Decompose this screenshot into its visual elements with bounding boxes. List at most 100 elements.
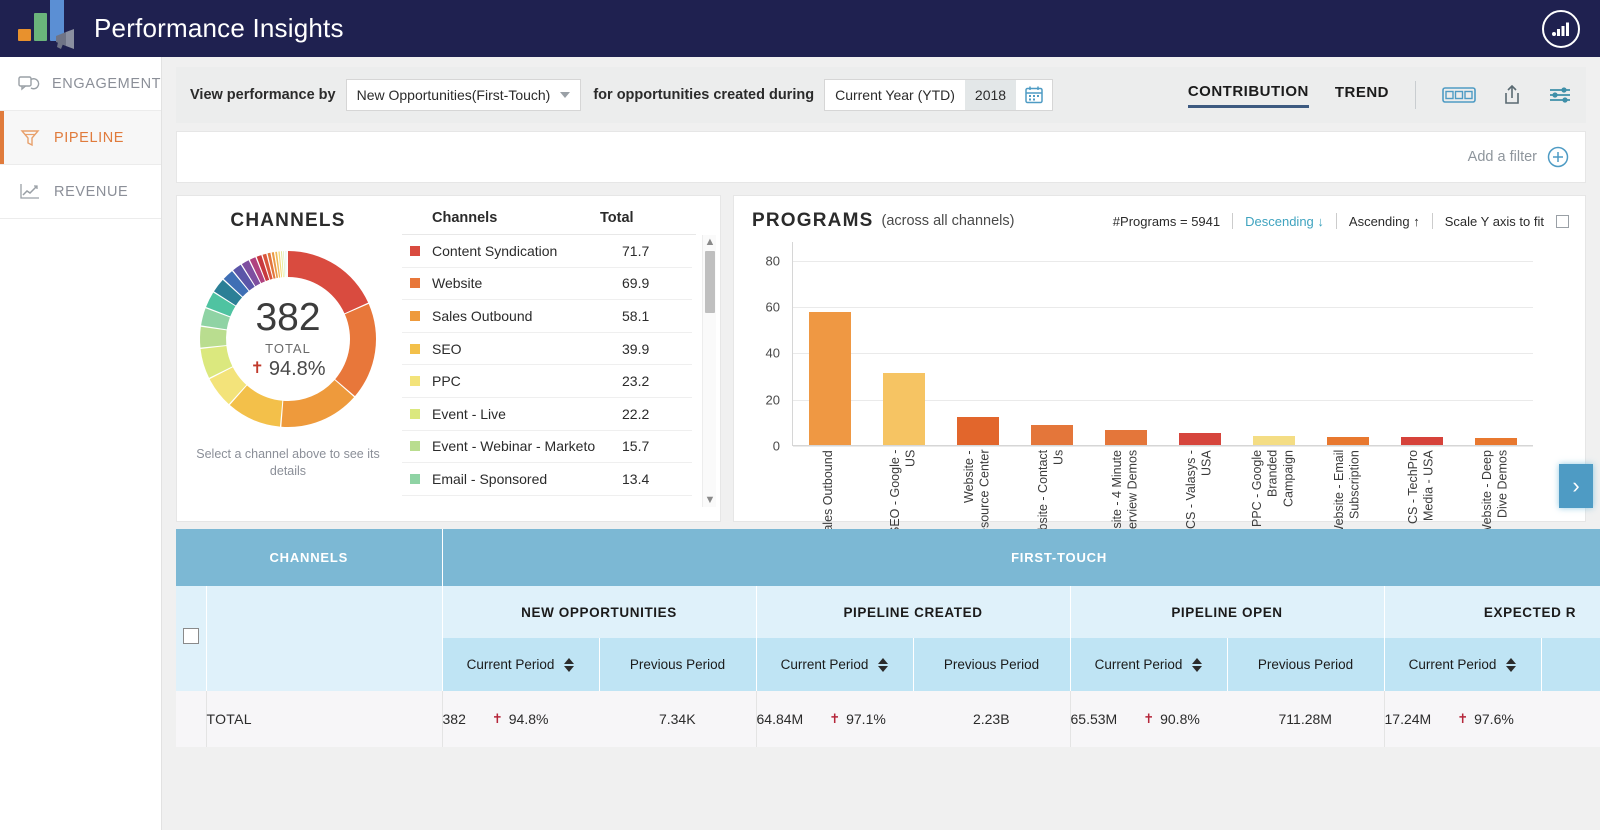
subheader-pipeline-open-current[interactable]: Current Period	[1070, 638, 1228, 691]
sidebar-item-pipeline[interactable]: PIPELINE	[0, 111, 161, 165]
channels-list-scroll-area[interactable]: Content Syndication 71.7 Website 69.9 Sales …	[402, 235, 716, 507]
logo-bar-orange	[18, 29, 31, 41]
channel-name: Sales Outbound	[432, 307, 533, 324]
list-item[interactable]: Event - Live 22.2	[402, 398, 692, 431]
chevron-down-icon[interactable]: ▼	[703, 493, 716, 507]
table-group-header-row: CHANNELS FIRST-TOUCH	[176, 529, 1600, 586]
cell-delta: ✝ 97.6%	[1457, 711, 1514, 727]
channel-name: SEO	[432, 340, 462, 357]
signal-bars-circle-icon[interactable]	[1542, 10, 1580, 48]
channels-list-header: Channels Total	[402, 210, 696, 235]
chevron-down-icon	[560, 92, 571, 98]
sidebar-item-revenue[interactable]: REVENUE	[0, 165, 161, 219]
line-chart-icon	[18, 181, 42, 203]
bar-slot	[1311, 242, 1385, 445]
select-all-cell[interactable]	[176, 586, 207, 691]
bar[interactable]	[1326, 436, 1370, 445]
bar[interactable]	[1400, 436, 1444, 445]
subheader-expected-revenue-current[interactable]: Current Period	[1384, 638, 1542, 691]
channel-name: Email - Sponsored	[432, 470, 548, 487]
bar[interactable]	[882, 373, 926, 445]
sort-toggle-icon[interactable]	[878, 657, 889, 672]
list-item[interactable]: Event - Webinar - Marketo 15.7	[402, 431, 692, 464]
sidebar-item-label: PIPELINE	[54, 129, 125, 146]
bar[interactable]	[1252, 435, 1296, 445]
settings-sliders-icon[interactable]	[1548, 85, 1572, 105]
sort-toggle-icon[interactable]	[1192, 657, 1203, 672]
arrow-down-icon: ✝	[250, 360, 264, 377]
channel-color-swatch	[410, 376, 420, 387]
column-header-total: Total	[600, 210, 634, 226]
channels-list-scrollbar[interactable]: ▲ ▼	[702, 235, 716, 507]
channels-donut-chart[interactable]: 382 TOTAL ✝ 94.8%	[195, 246, 381, 432]
export-upload-icon[interactable]	[1502, 84, 1522, 106]
view-by-select[interactable]: New Opportunities(First-Touch)	[345, 79, 582, 111]
next-page-button[interactable]: ›	[1559, 464, 1593, 508]
channel-name-header	[206, 586, 443, 691]
bar[interactable]	[808, 311, 852, 445]
channels-hint-text: Select a channel above to see its detail…	[196, 447, 380, 478]
cell-delta-value: 94.8%	[508, 711, 549, 727]
plot-area	[792, 242, 1533, 447]
sidebar-item-engagement[interactable]: ENGAGEMENT	[0, 57, 161, 111]
subheader-expected-revenue-previous	[1541, 638, 1600, 691]
programs-toolbar: #Programs = 5941 Descending ↓ Ascending …	[1113, 213, 1569, 229]
date-range-picker[interactable]: Current Year (YTD) 2018	[824, 79, 1054, 111]
channel-total: 13.4	[622, 470, 650, 487]
scale-y-checkbox[interactable]	[1556, 214, 1569, 228]
subheader-label: Current Period	[466, 657, 555, 672]
select-all-checkbox[interactable]	[182, 628, 199, 644]
metric-header-new-opportunities: NEW OPPORTUNITIES	[442, 586, 757, 638]
subheader-pipeline-created-previous: Previous Period	[913, 638, 1071, 691]
bar[interactable]	[1030, 425, 1074, 445]
group-header-first-touch: FIRST-TOUCH	[442, 529, 1600, 586]
channels-panel: CHANNELS 382 TOTAL ✝ 94.8% Select a chan…	[176, 195, 721, 522]
sort-toggle-icon[interactable]	[564, 657, 575, 672]
y-axis-tick: 80	[765, 253, 780, 269]
toolbar-divider	[1431, 213, 1433, 229]
tab-trend[interactable]: TREND	[1335, 84, 1389, 106]
bar[interactable]	[956, 417, 1000, 445]
row-checkbox-cell[interactable]	[176, 691, 207, 747]
channel-total: 39.9	[622, 340, 650, 357]
calendar-icon[interactable]	[1016, 85, 1052, 105]
list-item[interactable]: SEO 39.9	[402, 333, 692, 366]
table-row[interactable]: TOTAL 382 ✝ 94.8% 7.34K 64.84M ✝ 97.1% 2…	[176, 691, 1600, 747]
donut-center-labels: 382 TOTAL ✝ 94.8%	[195, 246, 381, 432]
cell-pipeline-open-current: 65.53M ✝ 90.8%	[1070, 691, 1227, 747]
subheader-label: Current Period	[1094, 657, 1183, 672]
list-item[interactable]: PPC 23.2	[402, 365, 692, 398]
cell-value: 17.24M	[1384, 711, 1432, 727]
scrollbar-thumb[interactable]	[705, 251, 715, 313]
list-item[interactable]: Email - Sponsored 13.4	[402, 463, 692, 496]
columns-layout-icon[interactable]	[1442, 86, 1476, 104]
bar[interactable]	[1178, 433, 1222, 445]
sort-toggle-icon[interactable]	[1506, 657, 1517, 672]
list-item[interactable]: Sales Outbound 58.1	[402, 300, 692, 333]
gridline	[793, 446, 1533, 447]
list-item[interactable]: Website 69.9	[402, 268, 692, 301]
sort-ascending-button[interactable]: Ascending ↑	[1349, 214, 1420, 229]
tab-contribution[interactable]: CONTRIBUTION	[1187, 83, 1309, 108]
bar[interactable]	[1474, 438, 1518, 445]
channel-color-swatch	[410, 441, 420, 452]
y-axis-tick: 60	[765, 299, 780, 315]
channel-total: 15.7	[622, 438, 650, 455]
list-item[interactable]: Content Syndication 71.7	[402, 235, 692, 268]
funnel-icon	[18, 127, 42, 149]
cell-delta-value: 97.6%	[1474, 711, 1514, 727]
bar-slot	[1385, 242, 1459, 445]
channel-total: 71.7	[622, 242, 650, 259]
sort-descending-button[interactable]: Descending ↓	[1245, 214, 1324, 229]
donut-delta-value: 94.8%	[268, 357, 326, 380]
plus-circle-icon[interactable]	[1547, 146, 1569, 168]
sidebar-item-label: REVENUE	[54, 183, 129, 200]
subheader-new-opp-current[interactable]: Current Period	[441, 638, 600, 691]
cell-delta-value: 97.1%	[846, 711, 886, 727]
megaphone-icon	[56, 29, 74, 49]
bar[interactable]	[1104, 429, 1148, 445]
subheader-pipeline-created-current[interactable]: Current Period	[756, 638, 914, 691]
list-item[interactable]: Social - Paid12.3	[402, 496, 692, 507]
metrics-table[interactable]: CHANNELS FIRST-TOUCH NEW OPPORTUNITIES P…	[176, 529, 1600, 830]
chevron-up-icon[interactable]: ▲	[703, 235, 716, 249]
